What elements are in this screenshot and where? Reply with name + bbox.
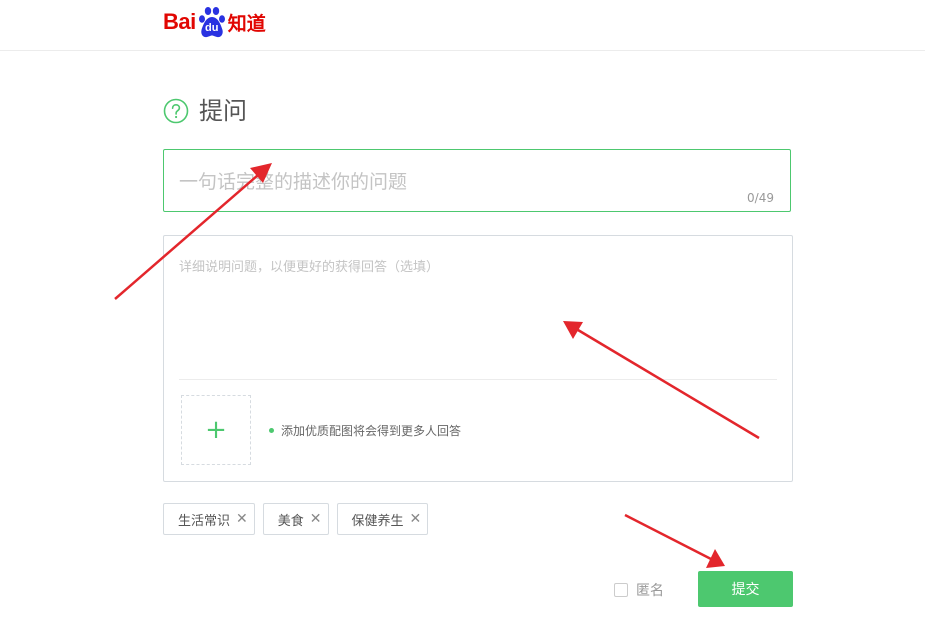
logo-product-text: 知道	[227, 12, 266, 35]
tag-list: 生活常识 ✕ 美食 ✕ 保健养生 ✕	[163, 503, 436, 535]
anonymous-label: 匿名	[636, 583, 664, 599]
question-input[interactable]	[179, 162, 739, 202]
anonymous-toggle[interactable]: 匿名	[614, 580, 664, 600]
detail-divider	[179, 379, 777, 380]
char-counter: 0/49	[747, 191, 774, 205]
tag-label: 生活常识	[178, 513, 231, 529]
annotation-arrow-3	[624, 513, 725, 568]
baidu-zhidao-logo[interactable]: Bai du 知道	[163, 2, 266, 42]
page-title: 提问	[163, 96, 247, 126]
question-box: 0/49	[163, 149, 791, 212]
anonymous-checkbox[interactable]	[614, 583, 628, 597]
upload-image-button[interactable]: +	[181, 395, 251, 465]
tag-label: 保健养生	[351, 513, 404, 529]
detail-box: + 添加优质配图将会得到更多人回答	[163, 235, 793, 482]
logo-paw-text: du	[205, 22, 219, 34]
close-icon[interactable]: ✕	[236, 512, 248, 526]
page-title-text: 提问	[199, 97, 247, 125]
baidu-paw-icon: du	[197, 5, 227, 39]
question-circle-icon	[163, 98, 189, 124]
tag-item[interactable]: 美食 ✕	[262, 503, 329, 535]
upload-hint-text: 添加优质配图将会得到更多人回答	[281, 424, 462, 438]
logo-brand-text: Bai	[163, 9, 196, 34]
detail-textarea[interactable]	[179, 256, 774, 371]
hint-dot-icon	[269, 428, 274, 433]
close-icon[interactable]: ✕	[410, 512, 422, 526]
upload-hint: 添加优质配图将会得到更多人回答	[269, 422, 461, 439]
site-header: Bai du 知道	[0, 0, 925, 51]
tag-label: 美食	[277, 513, 304, 529]
submit-button[interactable]: 提交	[698, 571, 793, 607]
plus-icon: +	[205, 415, 227, 445]
tag-item[interactable]: 生活常识 ✕	[163, 503, 255, 535]
close-icon[interactable]: ✕	[310, 512, 322, 526]
tag-item[interactable]: 保健养生 ✕	[336, 503, 429, 535]
